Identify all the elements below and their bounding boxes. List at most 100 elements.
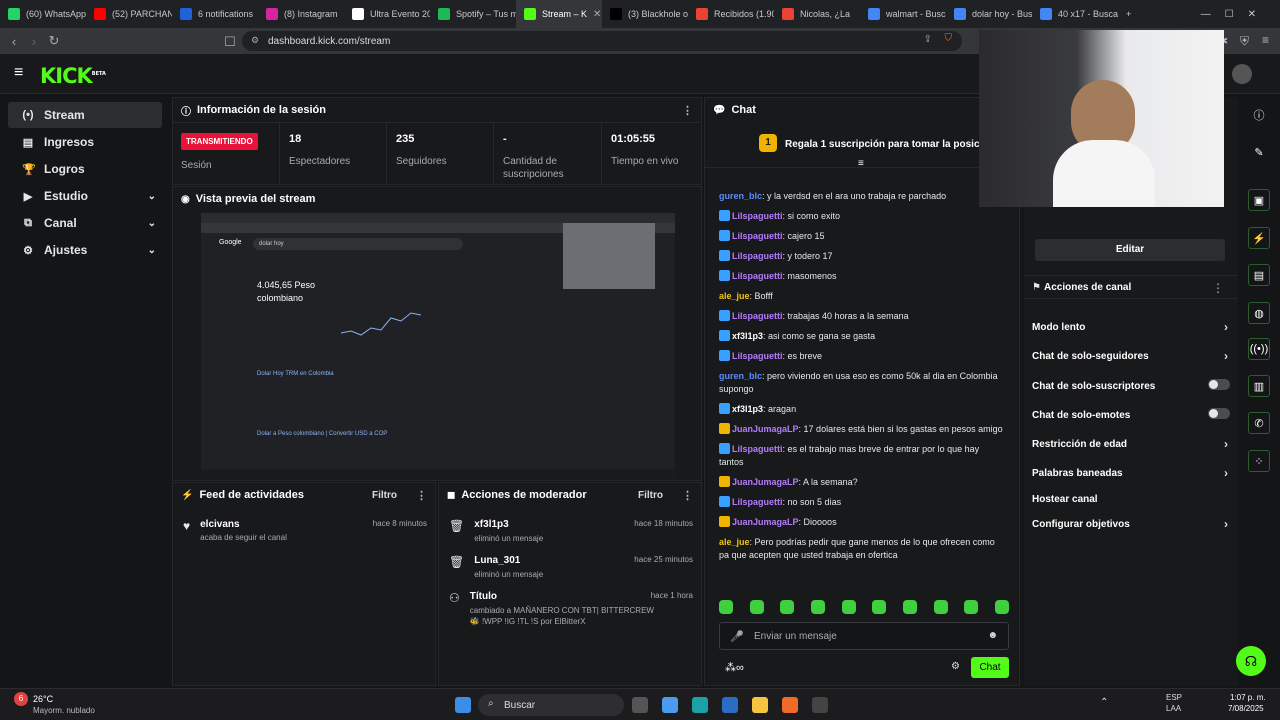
sidebar-item-ajustes[interactable]: ⚙ Ajustes ⌄ [8,237,162,263]
channel-setting[interactable]: Chat de solo-suscriptores [1032,379,1230,392]
chat-username[interactable]: Lilspaguetti [732,271,783,281]
avatar[interactable] [1232,64,1252,84]
filter-button[interactable]: Filtro [372,490,397,501]
wrench-icon[interactable]: ✆ [1248,412,1270,434]
hamburger-icon[interactable]: ≡ [14,64,23,82]
kick-logo[interactable]: KICKBETA [40,64,106,88]
url-bar[interactable]: ⚙ dashboard.kick.com/stream ⇪ ⛉ [242,31,962,51]
store-icon[interactable] [722,697,738,713]
chat-send-button[interactable]: Chat [971,657,1009,678]
maximize-icon[interactable]: ☐ [1225,9,1248,20]
channel-setting[interactable]: Palabras baneadas › [1032,466,1228,480]
browser-tab[interactable]: (8) Instagram [258,0,344,28]
start-icon[interactable] [455,697,471,713]
browser-tab[interactable]: walmart - Busca [860,0,946,28]
chat-username[interactable]: Lilspaguetti [732,211,783,221]
emote-icon[interactable] [780,600,795,614]
sidebar-item-ingresos[interactable]: ▤ Ingresos [8,129,162,155]
chevron-right-icon[interactable]: › [1224,437,1228,451]
more-menu-icon[interactable]: ⋮ [682,489,693,502]
chevron-right-icon[interactable]: › [1224,320,1228,334]
more-menu-icon[interactable]: ⋮ [682,104,693,117]
chevron-down-icon[interactable]: ⌄ [148,191,156,202]
browser-tab[interactable]: (60) WhatsApp [0,0,86,28]
help-button[interactable]: ☊ [1236,646,1266,676]
browser-tab[interactable]: 6 notifications [172,0,258,28]
chat-username[interactable]: Lilspaguetti [732,444,783,454]
tray-chevron-icon[interactable]: ⌃ [1100,697,1108,708]
settings-icon[interactable]: ⚙ [951,661,960,672]
sidebar-item-canal[interactable]: ⧉ Canal ⌄ [8,210,162,236]
chat-username[interactable]: xf3l1p3 [732,331,763,341]
filter-button[interactable]: Filtro [638,490,663,501]
chat-username[interactable]: ale_jue [719,537,750,547]
channel-setting[interactable]: Configurar objetivos › [1032,517,1228,531]
emote-icon[interactable] [994,600,1009,614]
points-icon[interactable]: ⁂∞ [725,661,744,674]
chevron-right-icon[interactable]: › [1224,466,1228,480]
browser-tab[interactable]: dolar hoy - Bus [946,0,1032,28]
sidebar-item-estudio[interactable]: ▶ Estudio ⌄ [8,183,162,209]
chat-username[interactable]: Lilspaguetti [732,497,783,507]
sidebar-item-logros[interactable]: 🏆 Logros [8,156,162,182]
pinned-banner[interactable]: 1 Regala 1 suscripción para tomar la pos… [705,124,1019,169]
info-icon[interactable]: ⓘ [1248,104,1270,126]
site-info-icon[interactable]: ⚙ [251,35,259,46]
broadcast-icon[interactable]: ((•)) [1248,338,1270,360]
clock-date[interactable]: 7/08/2025 [1228,704,1264,713]
task-view-icon[interactable] [632,697,648,713]
browser-tab[interactable]: Ultra Evento 20 [344,0,430,28]
chevron-down-icon[interactable]: ⌄ [148,245,156,256]
chevron-right-icon[interactable]: › [1224,349,1228,363]
channel-setting[interactable]: Chat de solo-emotes [1032,408,1230,421]
emote-icon[interactable] [872,600,887,614]
chevron-right-icon[interactable]: › [1224,517,1228,531]
explorer-icon[interactable] [752,697,768,713]
chat-input[interactable]: 🎤 Enviar un mensaje ☻ [719,622,1009,650]
layout-icon[interactable]: ▥ [1248,375,1270,397]
channel-setting[interactable]: Modo lento › [1032,320,1228,334]
forward-icon[interactable]: › [24,34,44,49]
clock-time[interactable]: 1:07 p. m. [1230,693,1266,702]
edge-icon[interactable] [692,697,708,713]
dots-icon[interactable]: ⁘ [1248,450,1270,472]
chat-username[interactable]: JuanJumagaLP [732,517,799,527]
browser-tab[interactable]: Stream – K ✕ [516,0,602,28]
mod-action-user[interactable]: Título [470,591,660,602]
more-menu-icon[interactable]: ⋮ [1212,281,1224,295]
stream-video[interactable]: Google dolar hoy 4.045,65 Peso colombian… [201,213,675,479]
toggle-switch[interactable] [1208,408,1230,419]
channel-setting[interactable]: Restricción de edad › [1032,437,1228,451]
browser-tab[interactable]: Recibidos (1.90 [688,0,774,28]
pencil-icon[interactable]: ✎ [1248,141,1270,163]
close-window-icon[interactable]: ✕ [1248,9,1270,20]
share-icon[interactable]: ⇪ [924,34,932,45]
chat-username[interactable]: guren_blc [719,371,762,381]
lang-2[interactable]: LAA [1166,704,1181,713]
more-menu-icon[interactable]: ⋮ [416,489,427,502]
back-icon[interactable]: ‹ [4,34,24,49]
chat-username[interactable]: Lilspaguetti [732,251,783,261]
chat-username[interactable]: Lilspaguetti [732,351,783,361]
sidebar-item-stream[interactable]: (•) Stream [8,102,162,128]
bookmark-icon[interactable]: ☐ [220,34,240,50]
browser-tab[interactable]: Nicolas, ¿La [774,0,860,28]
emote-icon[interactable] [933,600,948,614]
brave-shield-icon[interactable]: ⛉ [945,33,953,44]
chat-bubble-icon[interactable]: ◍ [1248,302,1270,324]
taskbar-search[interactable]: ⌕ Buscar [478,694,624,716]
list-icon[interactable]: ▤ [1248,264,1270,286]
vpn-icon[interactable]: ⛨ [1240,34,1249,49]
browser-tab[interactable]: (52) PARCHAN [86,0,172,28]
emote-icon[interactable] [841,600,856,614]
chat-username[interactable]: ale_jue [719,291,750,301]
minimize-icon[interactable]: — [1201,9,1225,20]
copilot-icon[interactable] [662,697,678,713]
emote-icon[interactable] [810,600,825,614]
expand-chevron-icon[interactable]: ≡ [858,158,864,169]
chat-username[interactable]: JuanJumagaLP [732,424,799,434]
emote-icon[interactable] [719,600,733,614]
channel-setting[interactable]: Hostear canal [1032,494,1222,505]
tab-close-icon[interactable]: ✕ [593,9,601,20]
chevron-down-icon[interactable]: ⌄ [148,218,156,229]
